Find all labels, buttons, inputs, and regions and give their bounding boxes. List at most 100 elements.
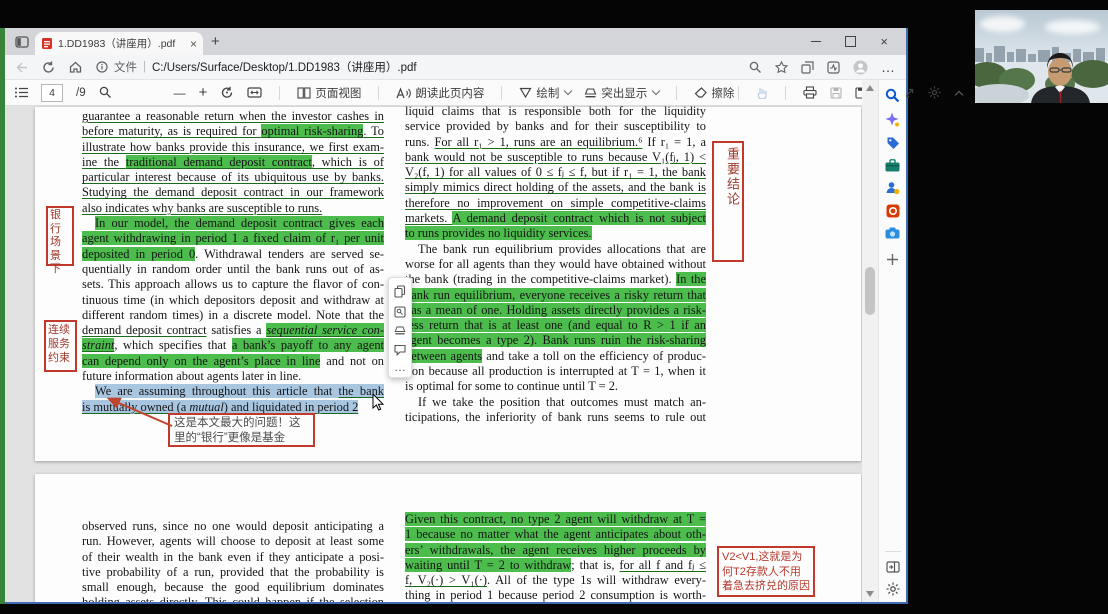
minimize-button[interactable] <box>811 41 821 42</box>
page-view-button[interactable]: 页面视图 <box>297 85 361 101</box>
pdf-text-line: tinuous time (in which depositors deposi… <box>82 293 384 308</box>
pdf-text-line: deposited in period 0. Withdrawal tender… <box>82 247 384 262</box>
draw-button[interactable]: 绘制 <box>519 85 571 101</box>
highlight-icon[interactable] <box>394 325 406 336</box>
collapse-toolbar-icon[interactable] <box>955 90 963 98</box>
url-text: C:/Users/Surface/Desktop/1.DD1983（讲座用）.p… <box>152 59 417 75</box>
pdf-text-line: between agents and take a toll on the ef… <box>405 349 706 364</box>
note-v2-v1: V2<V1,这就是为何T2存款人不用着急去挤兑的原因 <box>717 546 815 597</box>
zoom-out-button[interactable]: — <box>174 86 186 100</box>
pdf-text-line: service provided by banks and for their … <box>405 119 706 134</box>
touch-mode-icon[interactable] <box>756 86 768 99</box>
pdf-text-line: V₂(f, 1) for all values of 0 ≤ fⱼ ≤ f, b… <box>405 165 706 180</box>
pdf-text-line: thing in period 1 because period 2 consu… <box>405 588 706 602</box>
pdf-text-line: is optimal for some to continue until T … <box>405 379 706 394</box>
pdf-content-area: guarantee a reasonable return when the i… <box>5 106 862 602</box>
more-options-icon[interactable]: … <box>394 364 406 370</box>
pdf-text-column: liquid claims that is responsible both f… <box>405 106 706 425</box>
pdf-text-line: waiting until T = 2 to withdraw; that is… <box>405 558 706 573</box>
erase-button[interactable]: 擦除 <box>694 85 734 101</box>
more-menu-icon[interactable]: … <box>881 59 896 75</box>
vertical-scrollbar[interactable] <box>862 80 878 602</box>
refresh-icon[interactable] <box>42 61 55 74</box>
pdf-text-line: tive probability of a run, provided that… <box>82 565 384 580</box>
print-icon[interactable] <box>803 86 817 99</box>
pdf-text-line: ticipations, the inferiority of bank run… <box>405 410 706 425</box>
margin-note-seq-constraint: 连续服务约束 <box>44 320 77 372</box>
rotate-icon[interactable] <box>220 86 234 99</box>
read-aloud-button[interactable]: 朗读此页内容 <box>396 85 484 101</box>
zoom-in-button[interactable]: + <box>199 84 208 101</box>
open-in-sidebar-icon[interactable] <box>886 561 900 573</box>
sidebar-settings-gear-icon[interactable] <box>886 582 900 596</box>
tools-icon[interactable] <box>885 159 900 172</box>
new-tab-button[interactable]: + <box>211 33 220 50</box>
save-icon[interactable] <box>830 87 842 99</box>
pdf-text-line: Given this contract, no type 2 agent wil… <box>405 512 706 527</box>
margin-note-key-conclusion: 重要结论 <box>712 141 744 262</box>
copy-icon[interactable] <box>394 285 406 298</box>
add-comment-icon[interactable] <box>394 344 406 356</box>
scroll-down-icon[interactable] <box>866 591 874 597</box>
pdf-text-line: f, V₂(·) > V₁(·). All of the type 1s wil… <box>405 573 706 588</box>
pdf-text-line: also indicates why banks are susceptible… <box>82 201 384 216</box>
pdf-text-line: of their wealth in the bank even if they… <box>82 550 384 565</box>
search-in-sidebar-icon[interactable] <box>394 306 406 318</box>
browser-window: 1.DD1983（讲座用）.pdf × + × <box>5 28 908 604</box>
copilot-icon[interactable] <box>885 112 900 127</box>
scrollbar-thumb[interactable] <box>865 267 875 315</box>
chevron-down-icon[interactable] <box>652 87 660 95</box>
search-icon[interactable] <box>99 86 112 99</box>
collections-icon[interactable] <box>801 61 814 74</box>
pdf-text-line: demand deposit contract satisfies a sequ… <box>82 323 384 338</box>
pdf-text-line: ine the traditional demand deposit contr… <box>82 155 384 170</box>
zoom-icon[interactable] <box>749 61 762 74</box>
back-icon[interactable] <box>15 62 28 73</box>
pdf-text-line: run. However, agents will choose to depo… <box>82 534 384 549</box>
pdf-text-line: bank run equilibrium, everyone receives … <box>405 288 706 303</box>
toc-icon[interactable] <box>15 87 28 98</box>
pdf-text-line: before maturity, as is required for opti… <box>82 124 384 139</box>
pdf-text-line: the bank (trading in the competitive-cla… <box>405 272 706 287</box>
add-to-sidebar-icon[interactable] <box>886 253 899 266</box>
shopping-icon[interactable] <box>886 136 900 150</box>
highlight-button[interactable]: 突出显示 <box>584 85 659 101</box>
pdf-text-line: tion because all production is interrupt… <box>405 364 706 379</box>
games-icon[interactable] <box>885 181 900 195</box>
pdf-text-line: has a mean of one. Holding assets direct… <box>405 303 706 318</box>
pdf-text-line: bank would not be susceptible to runs be… <box>405 150 706 165</box>
mouse-cursor <box>372 394 384 412</box>
page-number-input[interactable]: 4 <box>41 84 63 102</box>
pdf-text-line: therefore no improvement on simple compe… <box>405 196 706 211</box>
favorites-star-icon[interactable] <box>775 61 788 74</box>
scroll-up-icon[interactable] <box>866 85 874 91</box>
maximize-button[interactable] <box>845 36 856 47</box>
webcam-person <box>975 10 1108 103</box>
browser-tab[interactable]: 1.DD1983（讲座用）.pdf × <box>35 32 203 55</box>
pdf-text-line: small enough, because the good equilibri… <box>82 580 384 595</box>
chevron-down-icon[interactable] <box>564 87 572 95</box>
margin-note-bank-scenario: 银行场景下 <box>46 206 74 266</box>
browser-essentials-icon[interactable] <box>827 61 840 74</box>
pdf-text-line: worse for all agents than they would hav… <box>405 257 706 272</box>
fit-width-icon[interactable] <box>247 87 262 98</box>
tab-close-icon[interactable]: × <box>190 37 197 51</box>
sidebar-search-icon[interactable] <box>885 88 900 103</box>
settings-gear-icon[interactable] <box>928 86 941 99</box>
pdf-file-icon <box>41 37 53 50</box>
pdf-text-line: particular interest because of its ubiqu… <box>82 170 384 185</box>
office-icon[interactable] <box>886 204 900 218</box>
info-icon[interactable] <box>96 61 108 73</box>
url-box[interactable]: 文件 | C:/Users/Surface/Desktop/1.DD1983（讲… <box>96 59 739 75</box>
close-button[interactable]: × <box>880 34 888 49</box>
pdf-text-line: different random times) in a discrete mo… <box>82 308 384 323</box>
pdf-text-line: guarantee a reasonable return when the i… <box>82 109 384 124</box>
pdf-text-line: holding assets directly. This could happ… <box>82 595 384 602</box>
avatar-icon[interactable] <box>853 60 868 75</box>
camera-icon[interactable] <box>885 227 900 239</box>
pdf-text-line: quentially in random order until the ban… <box>82 262 384 277</box>
note-biggest-problem: 这是本文最大的问题！这里的“银行”更像是基金 <box>168 413 315 447</box>
home-icon[interactable] <box>69 61 82 73</box>
selection-mini-toolbar: … <box>388 277 412 378</box>
tab-layout-icon[interactable] <box>13 34 31 50</box>
